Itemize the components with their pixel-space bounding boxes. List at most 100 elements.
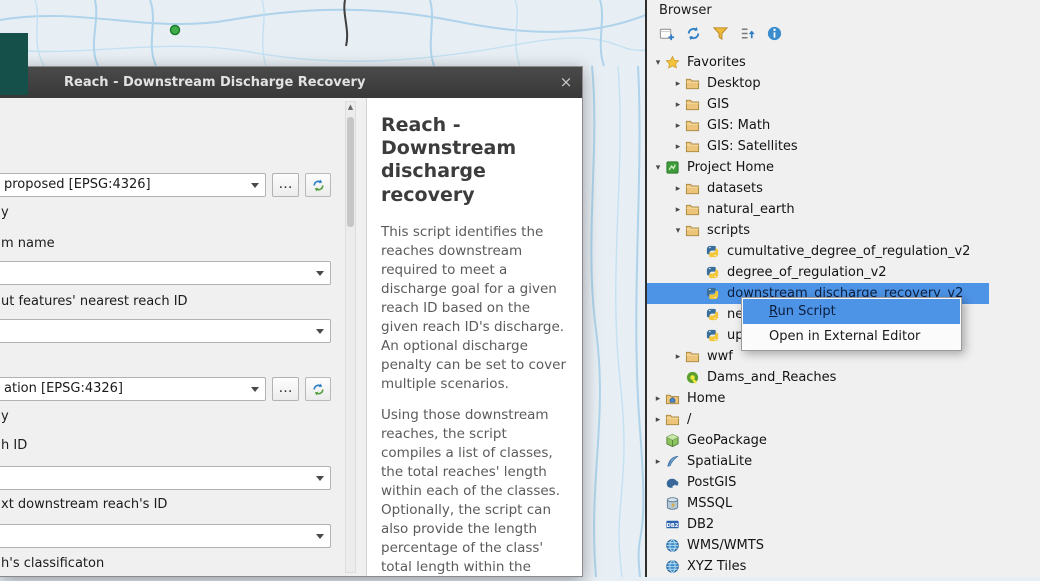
param-label-next-downstream: xt downstream reach's ID xyxy=(1,497,167,512)
expander-closed-icon[interactable]: ▸ xyxy=(651,457,665,467)
param-label-tail-3: y xyxy=(1,409,9,424)
folder-icon xyxy=(685,97,703,113)
tree-item-mssql[interactable]: MSSQL xyxy=(647,493,1040,514)
postgis-icon xyxy=(665,475,683,491)
station-layer-combo[interactable]: ation [EPSG:4326] xyxy=(0,377,266,401)
expander-open-icon[interactable]: ▾ xyxy=(651,58,665,68)
tree-item-wms-wmts[interactable]: WMS/WMTS xyxy=(647,535,1040,556)
tree-item-postgis[interactable]: PostGIS xyxy=(647,472,1040,493)
chevron-down-icon xyxy=(251,183,259,188)
iterate-layer-button[interactable] xyxy=(305,173,331,197)
expander-closed-icon[interactable]: ▸ xyxy=(671,100,685,110)
tree-item-xyz-tiles[interactable]: XYZ Tiles xyxy=(647,556,1040,577)
tree-item-dams-and-reaches[interactable]: Dams_and_Reaches xyxy=(647,367,1040,388)
expander-open-icon[interactable]: ▾ xyxy=(651,163,665,173)
tree-item-label: WMS/WMTS xyxy=(687,538,764,553)
browse-button[interactable]: … xyxy=(272,173,299,197)
dialog-titlebar[interactable]: Reach - Downstream Discharge Recovery × xyxy=(0,67,582,98)
tree-item-favorites[interactable]: ▾ Favorites xyxy=(647,52,1040,73)
menu-item-run-script[interactable]: Run Script xyxy=(743,299,960,324)
tree-item-desktop[interactable]: ▸Desktop xyxy=(647,73,1040,94)
python-icon xyxy=(705,328,723,344)
folder-icon xyxy=(685,181,703,197)
refresh-icon xyxy=(685,25,702,42)
folder-icon xyxy=(685,118,703,134)
db2-icon: DB2 xyxy=(665,517,683,533)
tree-item-label: GIS: Satellites xyxy=(707,139,798,154)
tree-item-label: Favorites xyxy=(687,55,746,70)
folder-icon xyxy=(685,139,703,155)
scroll-up-icon[interactable]: ▲ xyxy=(346,103,355,111)
tree-item-label: scripts xyxy=(707,223,750,238)
tree-item-label: DB2 xyxy=(687,517,714,532)
tree-item-scripts[interactable]: ▾ scripts xyxy=(647,220,1040,241)
param-label-reach-id: h ID xyxy=(1,438,27,453)
chevron-down-icon xyxy=(316,329,324,334)
param-label-nearest-reach: ut features' nearest reach ID xyxy=(1,294,188,309)
tree-item-datasets[interactable]: ▸datasets xyxy=(647,178,1040,199)
tree-item-gis[interactable]: ▸GIS xyxy=(647,94,1040,115)
python-icon xyxy=(705,307,723,323)
reach-id-combo[interactable] xyxy=(0,466,331,490)
param-label-classification: h's classificaton xyxy=(1,556,104,571)
tree-item-spatialite[interactable]: ▸SpatiaLite xyxy=(647,451,1040,472)
iterate-layer-button[interactable] xyxy=(305,377,331,401)
menu-item-open-external-editor[interactable]: Open in External Editor xyxy=(743,324,960,349)
star-icon xyxy=(665,55,683,71)
refresh-button[interactable] xyxy=(682,22,705,45)
expander-closed-icon[interactable]: ▸ xyxy=(651,415,665,425)
tree-item-degree-of-regulation-v2[interactable]: degree_of_regulation_v2 xyxy=(647,262,1040,283)
filter-browser-button[interactable] xyxy=(709,22,732,45)
tree-item-project-home[interactable]: ▾Project Home xyxy=(647,157,1040,178)
new-directory-button[interactable] xyxy=(655,22,678,45)
tree-item-label: PostGIS xyxy=(687,475,736,490)
close-icon[interactable]: × xyxy=(556,67,576,98)
help-paragraph: Using those downstream reaches, the scri… xyxy=(381,406,568,576)
scrollbar-handle[interactable] xyxy=(347,117,354,227)
tree-item-geopackage[interactable]: GeoPackage xyxy=(647,430,1040,451)
form-scrollbar[interactable]: ▲ xyxy=(345,101,356,573)
expander-closed-icon[interactable]: ▸ xyxy=(671,121,685,131)
expander-closed-icon[interactable]: ▸ xyxy=(651,394,665,404)
expander-closed-icon[interactable]: ▸ xyxy=(671,142,685,152)
tree-item-home[interactable]: ▸Home xyxy=(647,388,1040,409)
browse-button[interactable]: … xyxy=(272,377,299,401)
expander-closed-icon[interactable]: ▸ xyxy=(671,205,685,215)
properties-widget-button[interactable] xyxy=(763,22,786,45)
dialog-body: proposed [EPSG:4326] … y m name ut featu… xyxy=(0,98,582,576)
tree-item-label: degree_of_regulation_v2 xyxy=(727,265,887,280)
project-icon xyxy=(665,160,683,176)
tree-item-natural-earth[interactable]: ▸natural_earth xyxy=(647,199,1040,220)
svg-text:DB2: DB2 xyxy=(667,523,679,529)
tree-item-cumultative-degree-of-regulation-v2[interactable]: cumultative_degree_of_regulation_v2 xyxy=(647,241,1040,262)
browser-toolbar xyxy=(655,22,786,45)
chevron-down-icon xyxy=(251,387,259,392)
folder-icon xyxy=(685,76,703,92)
help-title: Reach - Downstream discharge recovery xyxy=(381,114,568,207)
new-directory-icon xyxy=(658,25,675,42)
collapse-all-button[interactable] xyxy=(736,22,759,45)
nearest-reach-combo[interactable] xyxy=(0,319,331,343)
spatialite-icon xyxy=(665,454,683,470)
folder-icon xyxy=(685,349,703,365)
column-name-combo[interactable] xyxy=(0,261,331,285)
tree-item-db2[interactable]: DB2 DB2 xyxy=(647,514,1040,535)
layer-combo[interactable]: proposed [EPSG:4326] xyxy=(0,173,266,197)
expander-open-icon[interactable]: ▾ xyxy=(671,226,685,236)
iterate-icon xyxy=(310,381,327,398)
expander-closed-icon[interactable]: ▸ xyxy=(671,184,685,194)
next-downstream-combo[interactable] xyxy=(0,524,331,548)
param-label-tail-1: y xyxy=(1,205,9,220)
tree-item-[interactable]: ▸/ xyxy=(647,409,1040,430)
iterate-icon xyxy=(310,177,327,194)
mssql-icon xyxy=(665,496,683,512)
script-dialog: Reach - Downstream Discharge Recovery × … xyxy=(0,66,583,577)
properties-widget-icon xyxy=(766,25,783,42)
expander-closed-icon[interactable]: ▸ xyxy=(671,352,685,362)
tree-item-gis-math[interactable]: ▸GIS: Math xyxy=(647,115,1040,136)
tree-item-label: / xyxy=(687,412,691,427)
browser-panel: Browser ▾Favorites▸Desktop▸GIS▸GIS: Math… xyxy=(645,0,1040,577)
expander-closed-icon[interactable]: ▸ xyxy=(671,79,685,89)
tree-item-gis-satellites[interactable]: ▸ GIS: Satellites xyxy=(647,136,1040,157)
folder-icon xyxy=(665,412,683,428)
